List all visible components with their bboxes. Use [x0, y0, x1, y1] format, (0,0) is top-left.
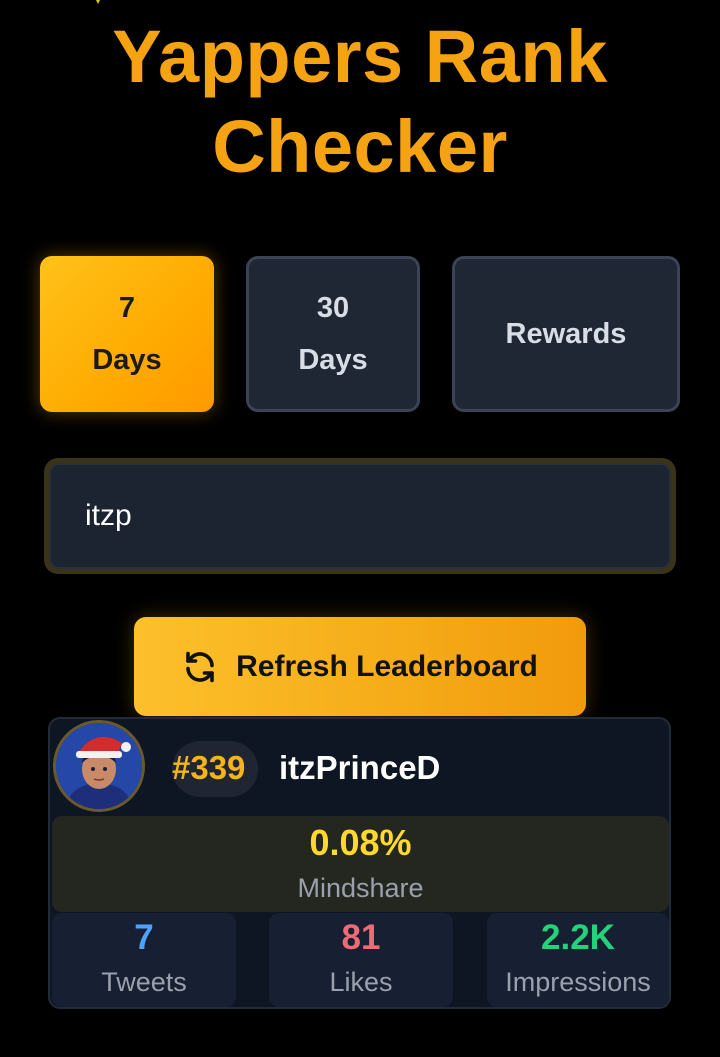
page-title-line-1: Yappers Rank: [112, 15, 608, 98]
tab-rewards[interactable]: Rewards: [452, 256, 680, 412]
stat-impressions: 2.2K Impressions: [487, 913, 669, 1007]
sparkle-icon: [96, 0, 100, 4]
stat-likes-label: Likes: [329, 967, 393, 997]
tab-30-days-number: 30: [316, 292, 350, 324]
tab-7-days-label: Days: [92, 344, 162, 376]
page-title: Yappers Rank Checker: [0, 12, 720, 192]
avatar-image: [56, 723, 142, 809]
mindshare-panel: 0.08% Mindshare: [52, 816, 669, 912]
stat-tweets: 7 Tweets: [52, 913, 236, 1007]
mindshare-label: Mindshare: [297, 873, 424, 903]
rank-number: #339: [172, 749, 246, 786]
tab-7-days-number: 7: [118, 292, 136, 324]
search-field-wrapper: [44, 458, 676, 574]
refresh-leaderboard-label: Refresh Leaderboard: [236, 649, 538, 683]
mindshare-value: 0.08%: [309, 822, 412, 863]
stat-impressions-label: Impressions: [505, 967, 651, 997]
period-tabs: 7 Days 30 Days Rewards: [40, 256, 680, 414]
page: Yappers Rank Checker 7 Days 30 Days Rewa…: [0, 0, 720, 1057]
stat-tweets-label: Tweets: [101, 967, 187, 997]
refresh-icon: [186, 651, 214, 682]
stat-tweets-value: 7: [134, 918, 154, 957]
search-input[interactable]: [49, 463, 671, 569]
stat-likes: 81 Likes: [269, 913, 453, 1007]
stat-likes-value: 81: [341, 918, 381, 957]
username: itzPrinceD: [279, 749, 441, 786]
tab-30-days-label: Days: [298, 344, 368, 376]
tab-rewards-label: Rewards: [505, 318, 627, 350]
tab-30-days[interactable]: 30 Days: [246, 256, 420, 412]
refresh-leaderboard-button[interactable]: Refresh Leaderboard: [134, 617, 586, 716]
user-result-card: #339 itzPrinceD 0.08% Mindshare 7 Tweets…: [48, 717, 671, 1009]
avatar: [53, 720, 145, 812]
stat-impressions-value: 2.2K: [541, 918, 615, 957]
tab-7-days[interactable]: 7 Days: [40, 256, 214, 412]
page-title-line-2: Checker: [212, 105, 508, 188]
